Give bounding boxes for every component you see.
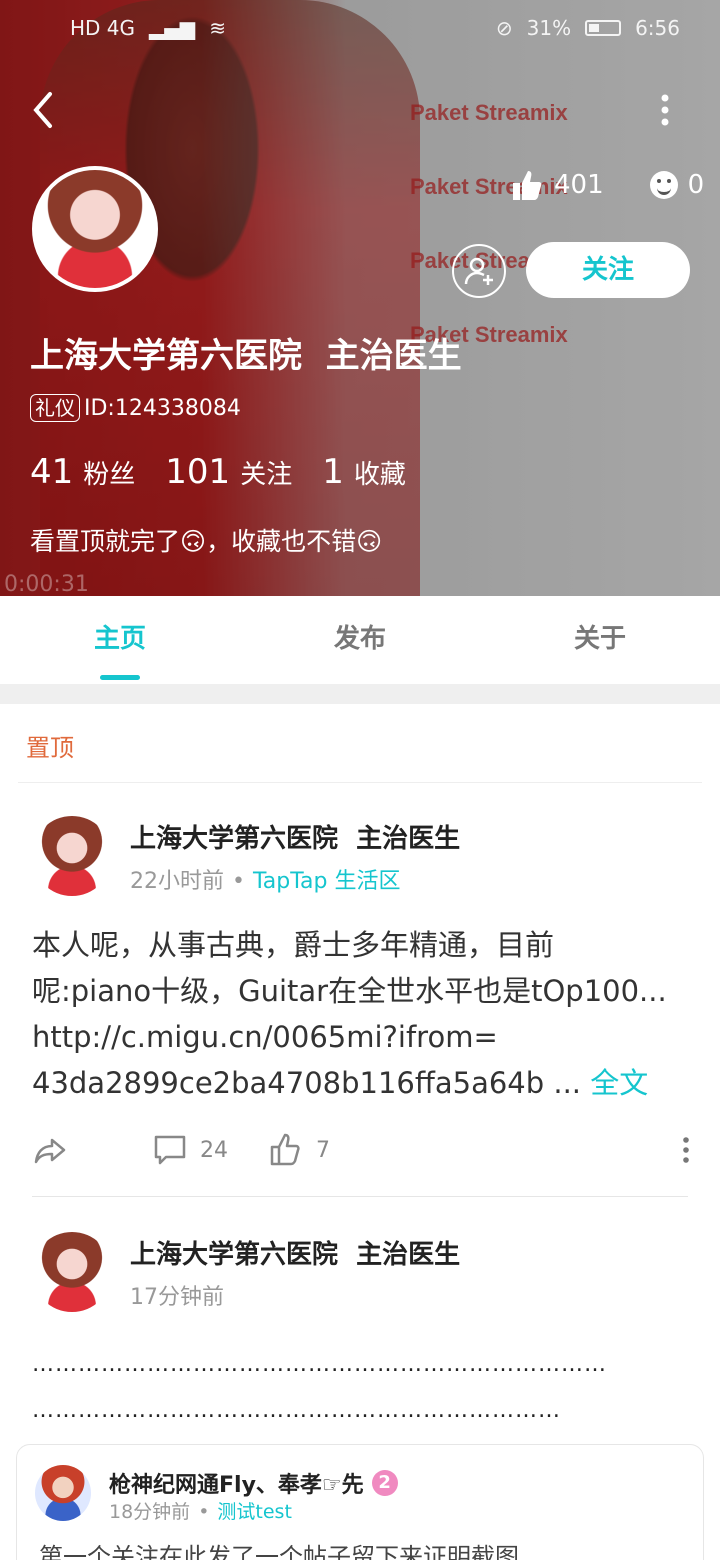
emoji-count: 0 — [687, 170, 705, 200]
post-more-button[interactable] — [680, 1135, 692, 1165]
post-text-dots: …………………………………………………………… — [32, 1398, 561, 1423]
more-vertical-icon — [661, 94, 669, 126]
comment-count: 24 — [200, 1137, 228, 1163]
post-header[interactable]: 上海大学第六医院 主治医生 17分钟前 — [32, 1232, 460, 1312]
quoted-post-card[interactable]: 枪神纪网通Fly、奉孝☞先 2 18分钟前 • 测试test 第一个关注在此发了一个… — [16, 1444, 704, 1560]
post-time: 17分钟前 — [130, 1284, 224, 1310]
tab-posts[interactable]: 发布 — [240, 596, 480, 684]
profile-counts: 41 粉丝 101 关注 1 收藏 — [30, 452, 406, 492]
profile-name: 上海大学第六医院 主治医生 — [30, 336, 462, 376]
profile-id: ID:124338084 — [84, 395, 241, 421]
comment-icon — [154, 1135, 186, 1165]
header-dim-overlay — [0, 0, 720, 596]
divider — [18, 782, 702, 783]
quoted-author-name: 枪神纪网通Fly、奉孝☞先 — [109, 1473, 364, 1498]
post-link-cont[interactable]: 43da2899ce2ba4708b116ffa5a64b ... — [32, 1066, 581, 1100]
level-badge: 2 — [371, 1470, 398, 1496]
meta-dot: • — [198, 1501, 210, 1523]
signal-icon: ▂▄▆ — [149, 16, 196, 40]
post-actions: 24 7 — [32, 1124, 692, 1176]
follow-button[interactable]: 关注 — [526, 242, 690, 298]
add-user-icon — [464, 257, 493, 285]
more-options-button[interactable] — [650, 92, 680, 132]
divider — [32, 1196, 688, 1197]
post-link[interactable]: http://c.migu.cn/0065mi?ifrom= — [32, 1014, 692, 1060]
share-button[interactable] — [32, 1132, 152, 1168]
following-count: 101 — [165, 452, 231, 492]
alarm-off-icon: ⊘ — [495, 16, 513, 40]
followers-count: 41 — [30, 452, 74, 492]
pinned-label: 置顶 — [26, 734, 74, 762]
tab-about[interactable]: 关于 — [480, 596, 720, 684]
likes-count: 401 — [554, 170, 604, 200]
emoji-stat[interactable]: 0 — [649, 170, 705, 200]
back-button[interactable] — [26, 88, 66, 132]
battery-icon — [585, 20, 622, 36]
post-text-dots: ………………………………………………………………… — [32, 1352, 607, 1377]
status-bar: HD 4G ▂▄▆ ≋ ⊘ 31% 6:56 — [0, 0, 720, 56]
like-count: 7 — [316, 1137, 330, 1163]
post-line-last: 43da2899ce2ba4708b116ffa5a64b ... 全文 — [32, 1060, 692, 1106]
share-icon — [34, 1138, 66, 1164]
profile-avatar[interactable] — [32, 166, 158, 292]
followers-stat[interactable]: 41 粉丝 — [30, 452, 135, 492]
smiley-icon — [649, 171, 678, 199]
quoted-author-avatar[interactable] — [35, 1465, 91, 1521]
post-time: 22小时前 — [130, 868, 224, 894]
favorites-label: 收藏 — [353, 460, 406, 490]
favorites-count: 1 — [322, 452, 344, 492]
likes-stat[interactable]: 401 — [510, 168, 604, 202]
add-friend-button[interactable] — [452, 244, 506, 298]
author-avatar[interactable] — [32, 1232, 112, 1312]
post-line: 本人呢，从事古典，爵士多年精通，目前 — [32, 928, 555, 962]
profile-bio: 看置顶就完了🙃，收藏也不错🙃 — [30, 527, 383, 556]
header-stats: 401 0 — [510, 168, 704, 202]
post-header[interactable]: 上海大学第六医院 主治医生 22小时前 • TapTap 生活区 — [32, 816, 460, 896]
clock: 6:56 — [635, 16, 680, 40]
thumbs-up-outline-icon — [270, 1133, 300, 1166]
section-separator — [0, 684, 720, 704]
meta-dot: • — [232, 868, 245, 894]
following-label: 关注 — [240, 460, 293, 490]
profile-header: Paket Streamix Paket Streamix Paket Stre… — [0, 0, 720, 596]
quoted-time: 18分钟前 — [109, 1501, 191, 1523]
quoted-meta: 18分钟前 • 测试test — [109, 1497, 292, 1524]
forum-link[interactable]: TapTap 生活区 — [253, 869, 400, 894]
tab-home[interactable]: 主页 — [0, 596, 240, 684]
video-timer: 0:00:31 — [4, 572, 89, 596]
more-vertical-icon — [683, 1137, 689, 1163]
favorites-stat[interactable]: 1 收藏 — [322, 452, 406, 492]
battery-percent: 31% — [526, 16, 572, 40]
followers-label: 粉丝 — [83, 460, 136, 490]
title-badge[interactable]: 礼仪 — [30, 394, 80, 422]
post-body[interactable]: 本人呢，从事古典，爵士多年精通，目前 呢:piano十级，Guitar在全世水平… — [32, 922, 692, 1106]
like-button[interactable]: 7 — [268, 1132, 388, 1168]
quoted-text: 第一个关注在此发了一个帖子留下来证明截图 — [39, 1543, 519, 1560]
back-arrow-icon — [33, 92, 52, 128]
wifi-icon: ≋ — [209, 16, 226, 40]
network-icon: HD 4G — [70, 16, 136, 40]
post-line: 呢:piano十级，Guitar在全世水平也是tOp100... — [32, 974, 667, 1008]
thumbs-up-icon — [513, 171, 542, 200]
quoted-author[interactable]: 枪神纪网通Fly、奉孝☞先 2 — [109, 1467, 398, 1499]
profile-tabs: 主页 发布 关于 — [0, 596, 720, 684]
post-meta: 22小时前 • TapTap 生活区 — [130, 863, 460, 895]
author-name[interactable]: 上海大学第六医院 主治医生 — [130, 818, 460, 855]
read-more-link[interactable]: 全文 — [590, 1066, 648, 1100]
following-stat[interactable]: 101 关注 — [165, 452, 292, 492]
profile-id-row: 礼仪 ID:124338084 — [30, 394, 241, 422]
author-avatar[interactable] — [32, 816, 112, 896]
post-meta: 17分钟前 — [130, 1279, 460, 1311]
comment-button[interactable]: 24 — [152, 1132, 268, 1168]
author-name[interactable]: 上海大学第六医院 主治医生 — [130, 1234, 460, 1271]
quoted-forum-link[interactable]: 测试test — [217, 1501, 292, 1523]
